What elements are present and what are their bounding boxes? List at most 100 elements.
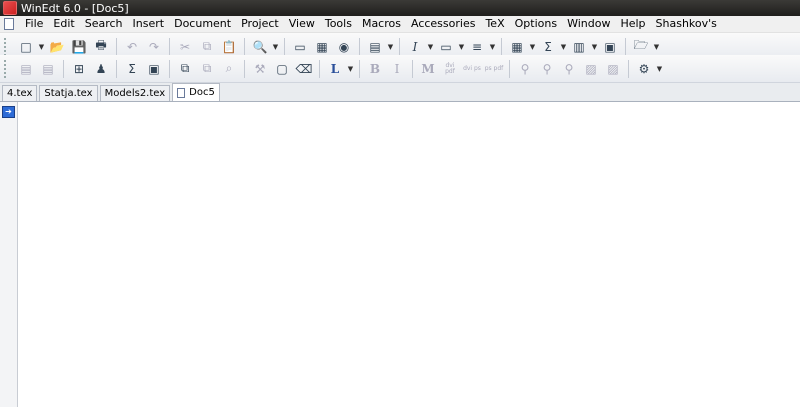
search2-icon[interactable]: ⌕ — [219, 59, 239, 79]
table-icon[interactable]: ▦ — [312, 37, 332, 57]
separator — [63, 59, 64, 78]
editor-area[interactable]: ➔ — [0, 102, 800, 407]
italic2-icon[interactable]: I — [387, 59, 407, 79]
doc-dropdown-icon[interactable]: ▼ — [386, 43, 395, 51]
menu-bar: File Edit Search Insert Document Project… — [0, 16, 800, 33]
separator — [284, 37, 285, 56]
img-icon[interactable]: ▨ — [581, 59, 601, 79]
new-file-dropdown-icon[interactable]: ▼ — [37, 43, 46, 51]
l-style-icon[interactable]: L — [325, 59, 345, 79]
separator — [399, 37, 400, 56]
menu-tex[interactable]: TeX — [480, 16, 509, 32]
document-icon[interactable] — [4, 18, 14, 30]
b1-icon[interactable]: ▤ — [16, 59, 36, 79]
separator — [628, 59, 629, 78]
separator — [169, 37, 170, 56]
l-style-dropdown-icon[interactable]: ▼ — [346, 65, 355, 73]
window-icon[interactable]: ▢ — [272, 59, 292, 79]
menu-window[interactable]: Window — [562, 16, 615, 32]
m-icon[interactable]: M — [418, 59, 438, 79]
separator — [244, 59, 245, 78]
bw1-icon[interactable]: ⚲ — [515, 59, 535, 79]
image-icon[interactable]: ▭ — [290, 37, 310, 57]
bw3-icon[interactable]: ⚲ — [559, 59, 579, 79]
menu-search[interactable]: Search — [80, 16, 128, 32]
folder-icon[interactable]: 🗁 — [631, 37, 651, 57]
dvi-pdf-icon[interactable]: dvi pdf — [440, 59, 460, 79]
undo-icon[interactable]: ↶ — [122, 37, 142, 57]
sigma-icon[interactable]: Σ — [122, 59, 142, 79]
separator — [244, 37, 245, 56]
menu-view[interactable]: View — [284, 16, 320, 32]
page-icon[interactable]: ▣ — [600, 37, 620, 57]
package-dropdown-icon[interactable]: ▼ — [655, 65, 664, 73]
sum-dropdown-icon[interactable]: ▼ — [559, 43, 568, 51]
tab-statja-tex[interactable]: Statja.tex — [39, 85, 98, 101]
copy3-icon[interactable]: ⧉ — [197, 59, 217, 79]
separator — [169, 59, 170, 78]
ps-pdf-icon[interactable]: ps pdf — [484, 59, 504, 79]
tools-icon[interactable]: ⚒ — [250, 59, 270, 79]
print-icon[interactable]: 🖶 — [91, 37, 111, 57]
toolbar-grip[interactable] — [4, 37, 11, 56]
separator — [359, 37, 360, 56]
document-tabs: 4.tex Statja.tex Models2.tex Doc5 — [0, 83, 800, 102]
menu-document[interactable]: Document — [169, 16, 236, 32]
bold-icon[interactable]: B — [365, 59, 385, 79]
cut-icon[interactable]: ✂ — [175, 37, 195, 57]
list-icon[interactable]: ≡ — [467, 37, 487, 57]
save-icon[interactable]: 💾 — [69, 37, 89, 57]
grid-icon[interactable]: ▦ — [507, 37, 527, 57]
window-title: WinEdt 6.0 - [Doc5] — [21, 1, 129, 15]
menu-file[interactable]: File — [20, 16, 48, 32]
tree-icon[interactable]: ⊞ — [69, 59, 89, 79]
separator — [412, 59, 413, 78]
menu-insert[interactable]: Insert — [128, 16, 170, 32]
redo-icon[interactable]: ↷ — [144, 37, 164, 57]
tab-doc5[interactable]: Doc5 — [172, 83, 220, 101]
list-dropdown-icon[interactable]: ▼ — [488, 43, 497, 51]
book-icon[interactable]: ▥ — [569, 37, 589, 57]
sum-icon[interactable]: Σ — [538, 37, 558, 57]
italic-icon[interactable]: I — [405, 37, 425, 57]
frame-dropdown-icon[interactable]: ▼ — [457, 43, 466, 51]
paste-icon[interactable]: 📋 — [219, 37, 239, 57]
pdf-icon[interactable]: ▨ — [603, 59, 623, 79]
tab-models2-tex[interactable]: Models2.tex — [99, 85, 171, 101]
menu-project[interactable]: Project — [236, 16, 284, 32]
italic-dropdown-icon[interactable]: ▼ — [426, 43, 435, 51]
menu-accessories[interactable]: Accessories — [406, 16, 480, 32]
separator — [625, 37, 626, 56]
new-file-icon[interactable]: □ — [16, 37, 36, 57]
menu-tools[interactable]: Tools — [320, 16, 357, 32]
grid-dropdown-icon[interactable]: ▼ — [528, 43, 537, 51]
menu-help[interactable]: Help — [615, 16, 650, 32]
find-dropdown-icon[interactable]: ▼ — [271, 43, 280, 51]
dvi-ps-icon[interactable]: dvi ps — [462, 59, 482, 79]
separator — [319, 59, 320, 78]
b2-icon[interactable]: ▤ — [38, 59, 58, 79]
open-file-icon[interactable]: 📂 — [47, 37, 67, 57]
monitor-icon[interactable]: ▣ — [144, 59, 164, 79]
menu-options[interactable]: Options — [510, 16, 562, 32]
doc-icon[interactable]: ▤ — [365, 37, 385, 57]
trash-icon[interactable]: ⌫ — [294, 59, 314, 79]
tab-4-tex[interactable]: 4.tex — [2, 85, 38, 101]
document-icon — [177, 87, 186, 98]
menu-shashkovs[interactable]: Shashkov's — [651, 16, 722, 32]
copy2-icon[interactable]: ⧉ — [175, 59, 195, 79]
toolbar-grip[interactable] — [4, 59, 11, 78]
menu-macros[interactable]: Macros — [357, 16, 406, 32]
users-icon[interactable]: ♟ — [91, 59, 111, 79]
package-icon[interactable]: ⚙ — [634, 59, 654, 79]
separator — [116, 59, 117, 78]
frame-icon[interactable]: ▭ — [436, 37, 456, 57]
bw2-icon[interactable]: ⚲ — [537, 59, 557, 79]
separator — [116, 37, 117, 56]
menu-edit[interactable]: Edit — [48, 16, 79, 32]
folder-dropdown-icon[interactable]: ▼ — [652, 43, 661, 51]
web-icon[interactable]: ◉ — [334, 37, 354, 57]
copy-icon[interactable]: ⧉ — [197, 37, 217, 57]
book-dropdown-icon[interactable]: ▼ — [590, 43, 599, 51]
find-icon[interactable]: 🔍 — [250, 37, 270, 57]
